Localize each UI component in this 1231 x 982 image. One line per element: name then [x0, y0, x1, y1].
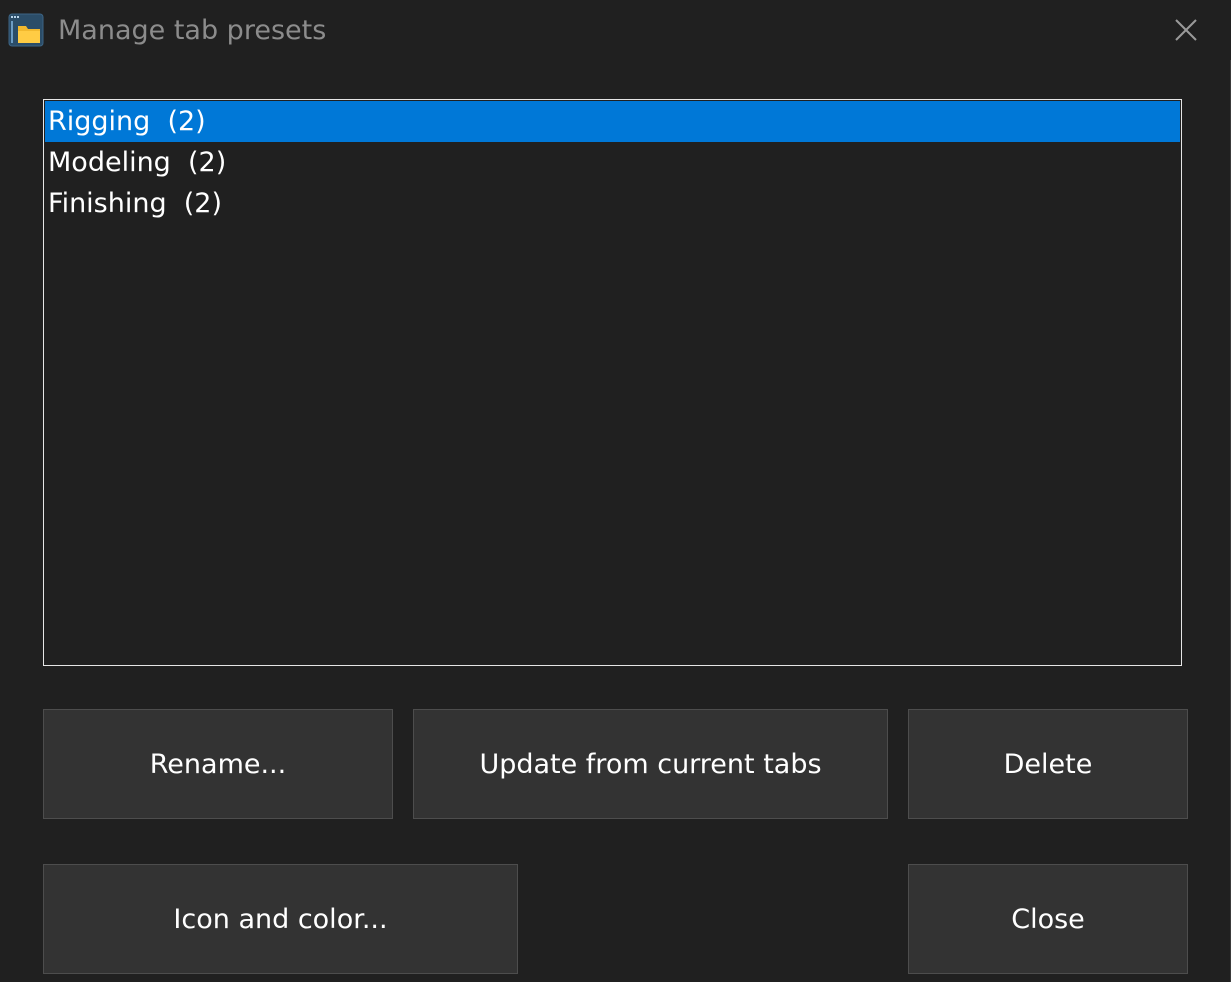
preset-item-rigging[interactable]: Rigging (2) [45, 101, 1180, 142]
close-button[interactable]: Close [908, 864, 1188, 974]
close-icon[interactable] [1166, 10, 1206, 50]
dialog-content: Rigging (2) Modeling (2) Finishing (2) R… [0, 60, 1229, 982]
delete-button[interactable]: Delete [908, 709, 1188, 819]
manage-tab-presets-dialog: Manage tab presets Rigging (2) Modeling … [0, 0, 1231, 982]
folder-app-icon [8, 13, 44, 47]
preset-item-modeling[interactable]: Modeling (2) [45, 142, 1180, 183]
title-bar[interactable]: Manage tab presets [0, 0, 1231, 60]
icon-and-color-button[interactable]: Icon and color... [43, 864, 518, 974]
rename-button[interactable]: Rename... [43, 709, 393, 819]
preset-item-finishing[interactable]: Finishing (2) [45, 183, 1180, 224]
window-title: Manage tab presets [58, 15, 327, 46]
presets-list[interactable]: Rigging (2) Modeling (2) Finishing (2) [43, 99, 1182, 666]
update-from-current-tabs-button[interactable]: Update from current tabs [413, 709, 888, 819]
